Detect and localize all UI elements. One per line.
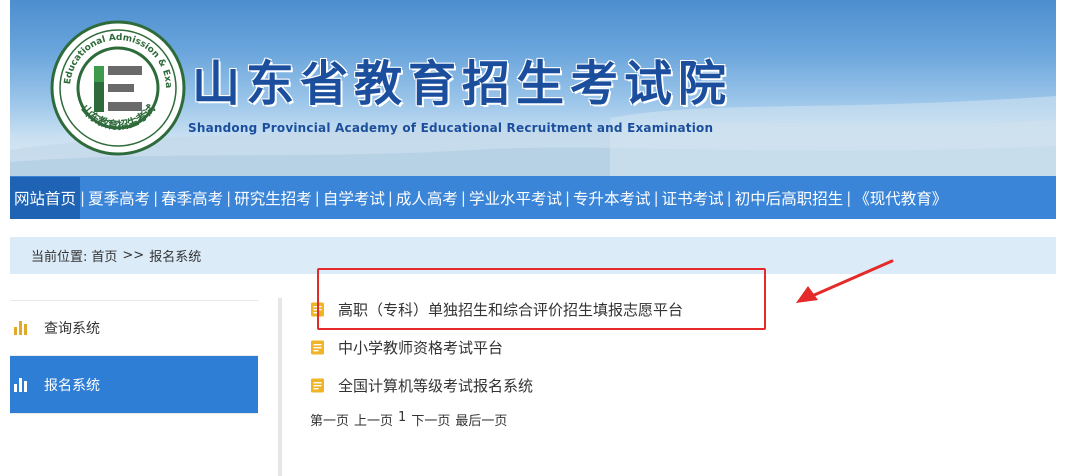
pager-prev-page[interactable]: 上一页 <box>354 410 393 429</box>
sidebar-item-query-system[interactable]: 查询系统 <box>10 301 258 356</box>
sidebar-item-label: 报名系统 <box>44 377 100 394</box>
sidebar: 查询系统 报名系统 <box>10 300 258 414</box>
site-subtitle: Shandong Provincial Academy of Education… <box>188 121 714 135</box>
nav-item-spring-gaokao[interactable]: 春季高考 <box>158 187 226 209</box>
nav-item-upgrade-exam[interactable]: 专升本考试 <box>570 187 654 209</box>
breadcrumb-home-link[interactable]: 首页 <box>91 246 117 265</box>
pager-last-page[interactable]: 最后一页 <box>455 410 507 429</box>
pager-next-page[interactable]: 下一页 <box>411 410 450 429</box>
link-text: 全国计算机等级考试报名系统 <box>338 376 534 395</box>
main-nav: 网站首页 | 夏季高考 | 春季高考 | 研究生招考 | 自学考试 | 成人高考… <box>10 176 1056 219</box>
sidebar-item-registration-system[interactable]: 报名系统 <box>10 356 258 413</box>
nav-item-self-study-exam[interactable]: 自学考试 <box>320 187 388 209</box>
bar-chart-icon <box>14 377 28 392</box>
bar-chart-icon <box>14 321 28 335</box>
breadcrumb-separator: >> <box>122 248 145 263</box>
annotation-highlight-box <box>317 268 766 330</box>
nav-item-summer-gaokao[interactable]: 夏季高考 <box>85 187 153 209</box>
nav-item-adult-gaokao[interactable]: 成人高考 <box>393 187 461 209</box>
header-banner: Shandong Educational Admission & Examina… <box>10 0 1056 176</box>
nav-item-proficiency-exam[interactable]: 学业水平考试 <box>466 187 565 209</box>
breadcrumb-label: 当前位置: <box>31 250 88 265</box>
annotation-arrow-icon <box>796 259 894 303</box>
pager-first-page[interactable]: 第一页 <box>310 410 349 429</box>
link-text: 中小学教师资格考试平台 <box>338 338 504 357</box>
sidebar-item-label: 查询系统 <box>44 321 100 337</box>
nav-item-home[interactable]: 网站首页 <box>10 176 81 219</box>
academy-logo: Shandong Educational Admission & Examina… <box>48 18 186 156</box>
site-title: 山东省教育招生考试院 <box>192 56 733 112</box>
nav-item-vocational-admission[interactable]: 初中后高职招生 <box>732 187 847 209</box>
link-computer-rank-exam-registration[interactable]: 全国计算机等级考试报名系统 <box>310 366 683 404</box>
nav-item-certificate-exam[interactable]: 证书考试 <box>659 187 727 209</box>
nav-item-graduate-exam[interactable]: 研究生招考 <box>231 187 315 209</box>
document-icon <box>310 378 325 393</box>
nav-item-modern-education[interactable]: 《现代教育》 <box>851 187 950 209</box>
sidebar-divider <box>10 413 258 414</box>
pagination: 第一页 上一页 1 下一页 最后一页 <box>310 410 683 429</box>
pager-current-page: 1 <box>398 410 407 425</box>
breadcrumb-current: 报名系统 <box>149 250 202 265</box>
document-icon <box>310 340 325 355</box>
content-divider <box>278 298 282 476</box>
link-teacher-qualification-platform[interactable]: 中小学教师资格考试平台 <box>310 328 683 366</box>
page: Shandong Educational Admission & Examina… <box>10 0 1056 476</box>
